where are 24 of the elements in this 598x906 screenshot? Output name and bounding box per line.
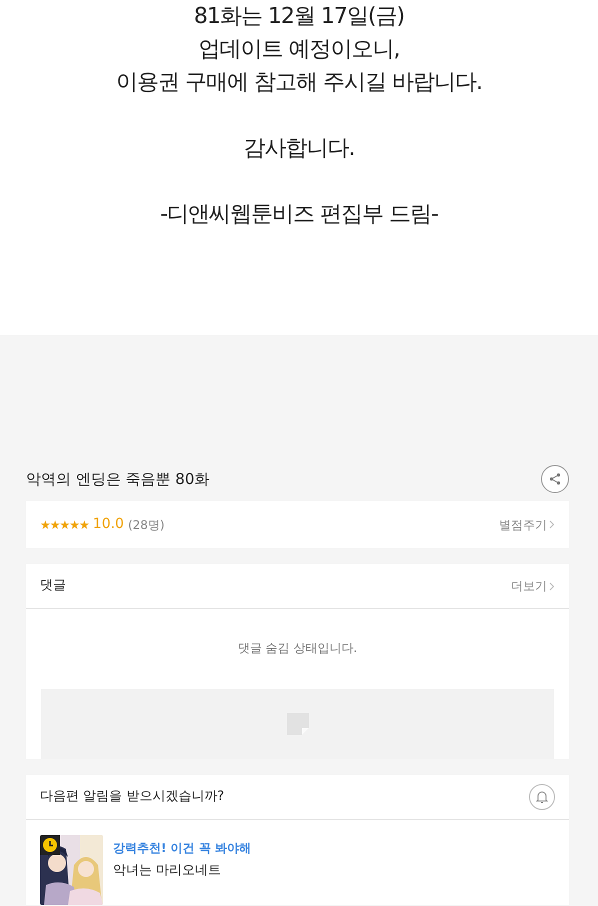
rating-score: 10.0 — [92, 515, 124, 534]
notice-line: 이용권 구매에 참고해 주시길 바랍니다. — [115, 69, 483, 97]
share-button[interactable] — [541, 465, 569, 493]
share-icon — [548, 472, 562, 486]
rating-count: (28명) — [128, 516, 165, 534]
notice-line: 감사합니다. — [242, 135, 356, 163]
hidden-comments-message: 댓글 숨김 상태입니다. — [236, 640, 358, 657]
bell-icon — [535, 790, 549, 804]
note-icon — [286, 713, 308, 735]
comments-title: 댓글 — [40, 577, 66, 596]
clock-icon — [40, 835, 60, 855]
notification-question: 다음편 알림을 받으시겠습니까? — [40, 788, 224, 806]
recommendation-tagline: 강력추천! 이건 꼭 봐야해 — [113, 840, 252, 857]
rate-link[interactable]: 별점주기 — [499, 516, 555, 534]
notice-line: -디앤씨웹툰비즈 편집부 드림- — [159, 201, 439, 229]
episode-title: 악역의 엔딩은 죽음뿐 80화 — [26, 468, 210, 490]
bell-button[interactable] — [529, 784, 555, 810]
notice-line: 업데이트 예정이오니, — [198, 36, 400, 64]
chevron-icon — [549, 582, 555, 590]
more-link[interactable]: 더보기 — [511, 577, 555, 595]
star-rating: ★★★★★ — [40, 516, 89, 534]
recommendation-title[interactable]: 악녀는 마리오네트 — [113, 861, 252, 880]
notice-line: 81화는 12월 17일(금) — [192, 3, 406, 31]
chevron-icon — [549, 520, 555, 529]
